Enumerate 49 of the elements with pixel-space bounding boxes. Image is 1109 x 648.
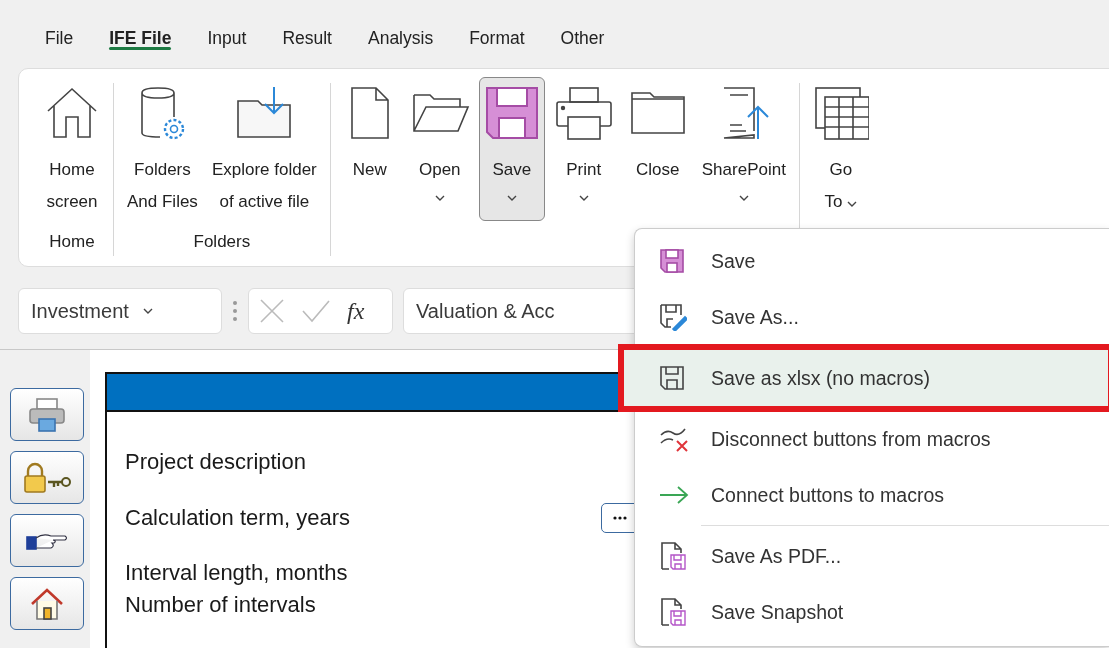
menu-tab[interactable]: Format [451, 28, 543, 50]
printer-icon [27, 396, 67, 433]
menu-item[interactable]: Save Snapshot [635, 584, 1109, 640]
field-label: Calculation term, years [125, 505, 350, 531]
lock-key-icon [22, 461, 72, 494]
menu-tab[interactable]: Input [189, 28, 265, 50]
caret-icon [142, 308, 153, 314]
check-icon[interactable] [301, 299, 331, 323]
field-label: Interval length, months [125, 560, 348, 586]
menu-item[interactable]: Connect buttons to macros [635, 467, 1109, 523]
ellipsis-icon [613, 516, 627, 520]
printer-icon [553, 85, 614, 141]
menu-item[interactable]: Save [635, 233, 1109, 289]
ribbon-button[interactable]: Close [622, 77, 693, 221]
menu-tab[interactable]: Other [542, 28, 623, 50]
menu-item[interactable]: Disconnect buttons from macros [635, 411, 1109, 467]
ribbon-button[interactable]: Explore folder of active file [206, 77, 322, 221]
house-icon [29, 586, 65, 621]
menu-tab[interactable]: Result [264, 28, 350, 50]
insert-function-button[interactable]: fx [347, 297, 365, 325]
table-icon [812, 85, 869, 141]
menu-tab[interactable]: File [27, 28, 92, 50]
more-options-icon [232, 300, 238, 322]
document-floppy-icon [659, 597, 687, 627]
ribbon-button[interactable]: Open [404, 77, 475, 221]
sheet-button[interactable] [10, 388, 84, 441]
menu-item[interactable]: Save As PDF... [635, 528, 1109, 584]
ribbon-button[interactable]: Print [548, 77, 619, 221]
sheet-button[interactable] [10, 577, 84, 630]
ribbon-button[interactable]: Go To [807, 77, 874, 221]
group-label: Folders [193, 231, 251, 253]
ribbon-button[interactable]: SharePoint [696, 77, 791, 221]
name-box[interactable]: Investment [18, 288, 222, 334]
field-label: Project description [125, 449, 306, 475]
group-label: Home [49, 231, 95, 253]
floppy-pen-icon [659, 303, 687, 331]
menu-item[interactable]: Save As... [635, 289, 1109, 345]
sheet-button[interactable] [10, 451, 84, 504]
document-floppy-icon [659, 541, 687, 571]
ribbon-button[interactable]: New [338, 77, 401, 221]
sheet-button[interactable] [10, 514, 84, 567]
field-label: Number of intervals [125, 592, 316, 618]
name-box-text: Investment [31, 299, 129, 323]
menu-tab[interactable]: IFE File [91, 28, 190, 50]
ribbon-button[interactable]: Save [478, 77, 545, 221]
arrow-icon [659, 485, 689, 505]
ribbon-button[interactable]: Home screen [39, 77, 105, 221]
menu-tab[interactable]: Analysis [350, 28, 452, 50]
ribbon-button[interactable]: Folders And Files [122, 77, 203, 221]
